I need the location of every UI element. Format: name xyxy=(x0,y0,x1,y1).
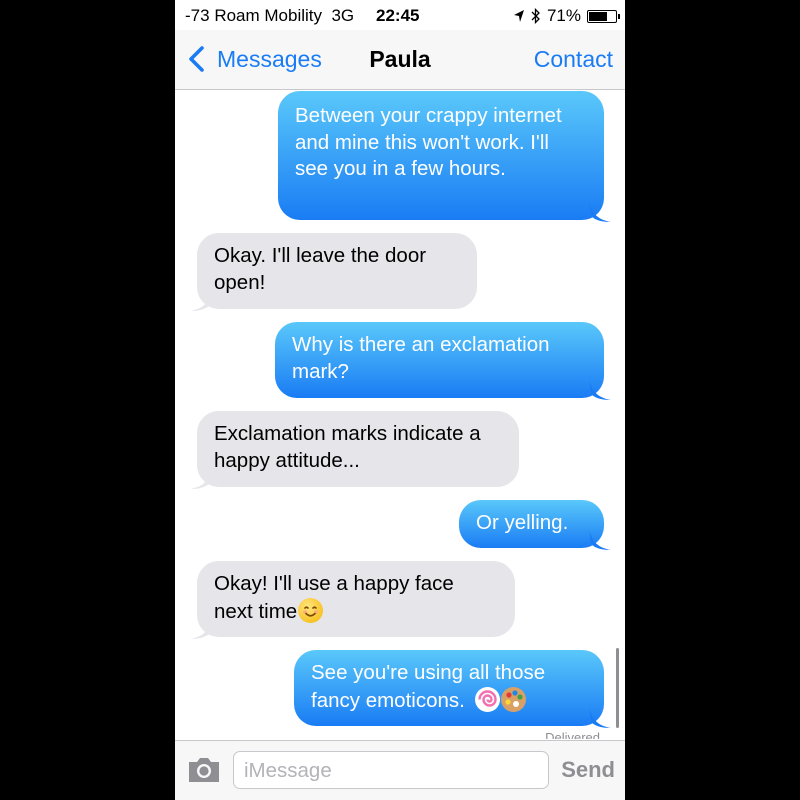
message-bubble-incoming[interactable]: Exclamation marks indicate a happy attit… xyxy=(190,411,519,489)
message-bubble-outgoing[interactable]: See you're using all those fancy emotico… xyxy=(294,650,611,728)
bubble-tail xyxy=(589,378,611,400)
message-text: Between your crappy internet and mine th… xyxy=(295,104,562,180)
message-bubble-outgoing[interactable]: Or yelling. xyxy=(459,500,611,550)
message-text: Why is there an exclamation mark? xyxy=(292,333,550,383)
signal-strength: -73 xyxy=(185,6,210,25)
send-button[interactable]: Send xyxy=(561,757,615,783)
input-bar: iMessage Send xyxy=(175,740,625,800)
bubble-tail xyxy=(190,617,212,639)
imessage-input[interactable]: iMessage xyxy=(233,751,549,789)
bubble-tail xyxy=(589,706,611,728)
bluetooth-icon xyxy=(531,8,540,24)
message-text: Okay. I'll leave the door open! xyxy=(214,244,427,294)
bubble-tail xyxy=(589,528,611,550)
network-type: 3G xyxy=(331,6,355,25)
message-thread[interactable]: Between your crappy internet and mine th… xyxy=(175,91,625,740)
phone-screen: -73 Roam Mobility 3G 22:45 71% Messages … xyxy=(175,0,625,800)
message-bubble-outgoing[interactable]: Why is there an exclamation mark? xyxy=(275,322,611,400)
artist-palette-emoji xyxy=(500,686,526,712)
camera-icon[interactable] xyxy=(186,755,222,785)
battery-percent: 71% xyxy=(546,6,581,25)
message-bubble-incoming[interactable]: Okay! I'll use a happy face next time xyxy=(190,561,515,639)
scrollbar[interactable] xyxy=(616,648,619,728)
message-text: Okay! I'll use a happy face next time xyxy=(214,572,454,623)
status-bar: -73 Roam Mobility 3G 22:45 71% xyxy=(175,0,625,30)
message-bubble-incoming[interactable]: Okay. I'll leave the door open! xyxy=(190,233,477,311)
status-time: 22:45 xyxy=(376,6,420,25)
delivered-status: Delivered xyxy=(545,730,600,739)
message-bubble-outgoing[interactable]: Between your crappy internet and mine th… xyxy=(278,91,611,222)
contact-button[interactable]: Contact xyxy=(534,46,613,73)
lollipop-emoji xyxy=(474,686,500,712)
battery-icon xyxy=(587,9,620,23)
bubble-tail xyxy=(190,467,212,489)
navigation-bar: Messages Paula Contact xyxy=(175,30,625,90)
message-text: Exclamation marks indicate a happy attit… xyxy=(214,422,481,472)
battery-level-fill xyxy=(589,11,608,21)
smiling-face-emoji xyxy=(298,597,324,623)
message-text: Or yelling. xyxy=(476,511,569,534)
bubble-tail xyxy=(190,289,212,311)
location-arrow-icon xyxy=(513,10,524,22)
bubble-tail xyxy=(589,200,611,222)
carrier-name: Roam Mobility xyxy=(214,6,323,25)
